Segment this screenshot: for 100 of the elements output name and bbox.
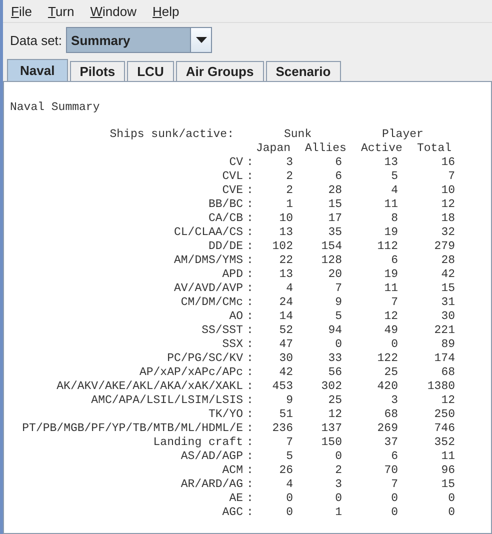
ship-type-label: CA/CB xyxy=(207,212,243,226)
data-set-dropdown[interactable]: Summary xyxy=(66,27,212,53)
table-cell-text: 94 xyxy=(327,324,342,338)
tab[interactable]: Pilots xyxy=(70,61,126,81)
table-cell-text: 5 xyxy=(390,170,398,184)
table-cell-text: 89 xyxy=(440,338,455,352)
table-cell-text: 279 xyxy=(433,240,455,254)
separator: : xyxy=(246,338,254,352)
tab[interactable]: Naval xyxy=(7,59,68,81)
table-cell-text: 10 xyxy=(440,184,455,198)
table-cell-text: 0 xyxy=(334,338,342,352)
table-cell-text: 4 xyxy=(285,282,293,296)
data-set-label: Data set: xyxy=(10,32,62,48)
separator: : xyxy=(246,506,254,520)
table-cell-text: 174 xyxy=(433,352,455,366)
table-cell-text: 2 xyxy=(334,464,342,478)
table-cell-text: 0 xyxy=(447,492,455,506)
table-cell-text: 33 xyxy=(327,352,342,366)
table-cell-text: 25 xyxy=(327,394,342,408)
table-cell-text: 15 xyxy=(440,282,455,296)
table-cell-text: 0 xyxy=(447,506,455,520)
table-cell-text: 4 xyxy=(285,478,293,492)
separator: : xyxy=(246,226,254,240)
ship-type-label: AK/AKV/AKE/AKL/AKA/xAK/XAKL xyxy=(56,380,243,394)
table-cell-text: 7 xyxy=(390,478,398,492)
menu-item[interactable]: Turn xyxy=(48,4,74,18)
table-cell-text: 9 xyxy=(334,296,342,310)
table-cell-text: 5 xyxy=(334,310,342,324)
group-header: Player xyxy=(382,128,424,142)
table-cell-text: 24 xyxy=(278,296,293,310)
tab[interactable]: Air Groups xyxy=(176,61,264,81)
table-cell-text: 15 xyxy=(440,478,455,492)
separator: : xyxy=(246,184,254,198)
tab[interactable]: LCU xyxy=(127,61,174,81)
table-cell-text: 6 xyxy=(334,156,342,170)
separator: : xyxy=(246,212,254,226)
table-cell-text: 18 xyxy=(440,212,455,226)
table-cell-text: 14 xyxy=(278,310,293,324)
table-cell-text: 13 xyxy=(278,268,293,282)
table-cell-text: 42 xyxy=(278,366,293,380)
table-cell-text: 8 xyxy=(390,212,398,226)
table-cell-text: 25 xyxy=(383,366,398,380)
menu-item[interactable]: Help xyxy=(152,4,180,18)
table-cell-text: 26 xyxy=(278,464,293,478)
separator: : xyxy=(246,324,254,338)
table-cell-text: 150 xyxy=(320,436,342,450)
separator: : xyxy=(246,464,254,478)
table-cell-text: 13 xyxy=(383,156,398,170)
separator: : xyxy=(246,394,254,408)
table-cell-text: 0 xyxy=(285,492,293,506)
ship-type-label: CM/DM/CMc xyxy=(180,296,243,310)
report-title: Naval Summary xyxy=(10,101,101,115)
ship-type-label: BB/BC xyxy=(207,198,243,212)
table-cell-text: 49 xyxy=(383,324,398,338)
column-header: Total xyxy=(417,142,453,156)
menu-item[interactable]: File xyxy=(11,4,32,18)
table-cell-text: 47 xyxy=(278,338,293,352)
ship-type-label: AS/AD/AGP xyxy=(180,450,243,464)
separator: : xyxy=(246,296,254,310)
report-caption: Ships sunk/active: xyxy=(108,128,234,142)
table-cell-text: 221 xyxy=(433,324,455,338)
group-header: Sunk xyxy=(284,128,313,142)
table-cell-text: 3 xyxy=(390,394,398,408)
separator: : xyxy=(246,422,254,436)
table-cell-text: 453 xyxy=(271,380,293,394)
table-cell-text: 0 xyxy=(334,450,342,464)
table-cell-text: 10 xyxy=(278,212,293,226)
table-cell-text: 0 xyxy=(390,338,398,352)
table-cell-text: 68 xyxy=(383,408,398,422)
separator: : xyxy=(246,450,254,464)
ship-type-label: TK/YO xyxy=(207,408,243,422)
table-cell-text: 9 xyxy=(285,394,293,408)
table-cell-text: 420 xyxy=(376,380,398,394)
table-cell-text: 122 xyxy=(376,352,398,366)
ship-type-label: AP/xAP/xAPc/APc xyxy=(138,366,243,380)
ship-type-label: Landing craft xyxy=(152,436,243,450)
table-cell-text: 1 xyxy=(285,198,293,212)
tab[interactable]: Scenario xyxy=(266,61,341,81)
table-cell-text: 7 xyxy=(447,170,455,184)
ship-type-label: AR/ARD/AG xyxy=(180,478,243,492)
table-cell-text: 20 xyxy=(327,268,342,282)
ship-type-label: AV/AVD/AVP xyxy=(172,282,243,296)
table-cell-text: 137 xyxy=(320,422,342,436)
separator: : xyxy=(246,268,254,282)
table-cell-text: 0 xyxy=(390,492,398,506)
table-cell-text: 28 xyxy=(440,254,455,268)
column-header: Active xyxy=(361,142,404,156)
separator: : xyxy=(246,366,254,380)
ship-type-label: AMC/APA/LSIL/LSIM/LSIS xyxy=(90,394,243,408)
separator: : xyxy=(246,170,254,184)
column-header: Allies xyxy=(305,142,348,156)
separator: : xyxy=(246,352,254,366)
ship-type-label: APD xyxy=(221,268,243,282)
ship-type-label: PC/PG/SC/KV xyxy=(166,352,243,366)
separator: : xyxy=(246,310,254,324)
menu-item[interactable]: Window xyxy=(90,4,136,18)
table-cell-text: 30 xyxy=(278,352,293,366)
ship-type-label: AGC xyxy=(221,506,243,520)
table-cell-text: 12 xyxy=(327,408,342,422)
table-cell-text: 19 xyxy=(383,226,398,240)
